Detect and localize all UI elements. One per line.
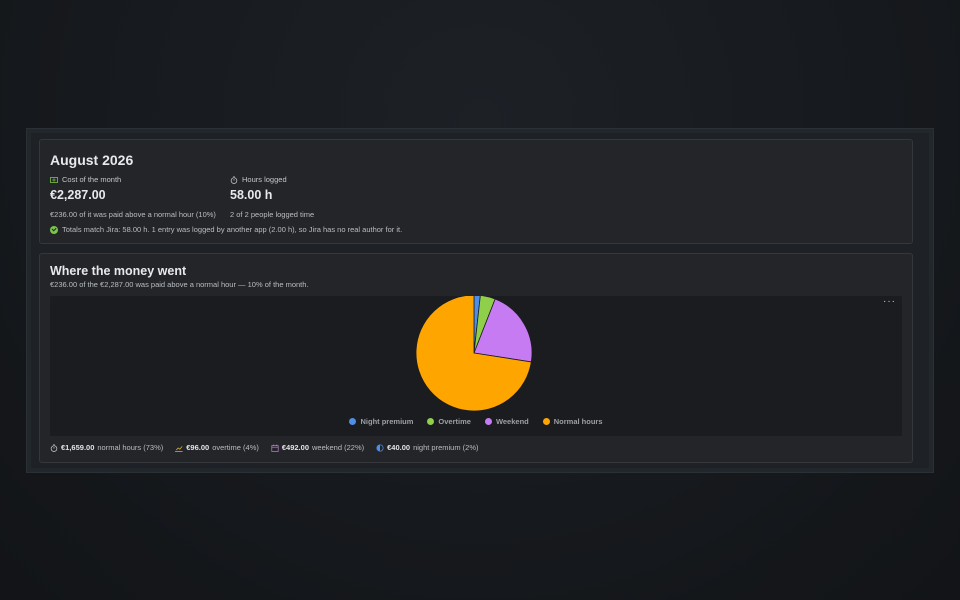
check-circle-icon xyxy=(50,225,58,234)
month-title: August 2026 xyxy=(50,152,134,168)
breakdown-overtime-text: overtime (4%) xyxy=(212,443,259,452)
legend-dot xyxy=(542,418,550,425)
legend-label: Weekend xyxy=(495,417,529,426)
breakdown-night: €40.00 night premium (2%) xyxy=(376,443,479,452)
legend-label: Normal hours xyxy=(553,417,603,426)
dashboard-inner: August 2026 Cost of the month €2,287.00 … xyxy=(31,133,929,468)
cost-note: €236.00 of it was paid above a normal ho… xyxy=(50,210,216,219)
pie-chart-panel: ··· Night premium Overtime Weekend Normal h… xyxy=(50,296,902,436)
hours-note: 2 of 2 people logged time xyxy=(230,210,315,219)
stopwatch-icon xyxy=(230,175,238,184)
breakdown-weekend-text: weekend (22%) xyxy=(312,443,365,452)
money-breakdown-card: Where the money went €236.00 of the €2,2… xyxy=(39,253,913,463)
legend-label: Overtime xyxy=(438,417,471,426)
trend-up-icon xyxy=(175,445,183,452)
breakdown-weekend-amount: €492.00 xyxy=(281,443,309,452)
cost-value: €2,287.00 xyxy=(50,188,106,202)
breakdown-normal: €1,659.00 normal hours (73%) xyxy=(50,443,163,452)
half-moon-icon xyxy=(376,443,384,452)
legend-dot xyxy=(427,418,435,425)
month-summary-card: August 2026 Cost of the month €2,287.00 … xyxy=(39,139,913,244)
cost-metric: Cost of the month €2,287.00 xyxy=(50,175,121,202)
breakdown-weekend: €492.00 weekend (22%) xyxy=(271,443,364,452)
legend-item-weekend[interactable]: Weekend xyxy=(484,417,529,426)
legend-label: Night premium xyxy=(360,417,414,426)
dashboard-frame: August 2026 Cost of the month €2,287.00 … xyxy=(26,128,934,473)
legend-item-overtime[interactable]: Overtime xyxy=(427,417,471,426)
legend-item-normal-hours[interactable]: Normal hours xyxy=(542,417,603,426)
pie-legend: Night premium Overtime Weekend Normal hours xyxy=(50,417,902,426)
hours-label: Hours logged xyxy=(242,175,287,184)
legend-dot xyxy=(484,418,492,425)
breakdown-normal-amount: €1,659.00 xyxy=(61,443,95,452)
cost-breakdown-row: €1,659.00 normal hours (73%) €96.00 over… xyxy=(50,443,479,452)
hours-value: 58.00 h xyxy=(230,188,273,202)
breakdown-night-amount: €40.00 xyxy=(387,443,411,452)
money-icon xyxy=(50,176,58,183)
stopwatch-icon xyxy=(50,443,58,452)
breakdown-overtime-amount: €96.00 xyxy=(186,443,210,452)
cost-label: Cost of the month xyxy=(62,175,122,184)
pie-chart xyxy=(415,296,533,412)
jira-match-status: Totals match Jira: 58.00 h. 1 entry was … xyxy=(50,225,402,234)
breakdown-night-text: night premium (2%) xyxy=(413,443,479,452)
breakdown-overtime: €96.00 overtime (4%) xyxy=(175,443,259,452)
legend-item-night-premium[interactable]: Night premium xyxy=(349,417,413,426)
money-title: Where the money went xyxy=(50,264,187,278)
hours-metric: Hours logged 58.00 h xyxy=(230,175,287,202)
calendar-icon xyxy=(271,444,279,452)
jira-match-text: Totals match Jira: 58.00 h. 1 entry was … xyxy=(62,225,403,234)
legend-dot xyxy=(349,418,357,425)
breakdown-normal-text: normal hours (73%) xyxy=(97,443,164,452)
money-subtitle: €236.00 of the €2,287.00 was paid above … xyxy=(50,280,309,289)
